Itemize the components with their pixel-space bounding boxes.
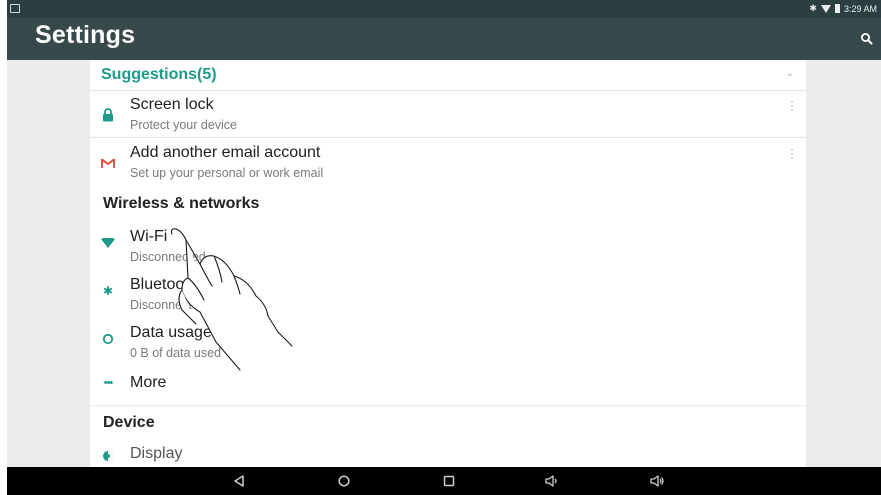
gmail-icon (100, 155, 116, 171)
setting-subtitle: Disconnected (130, 250, 206, 264)
back-button[interactable] (231, 473, 247, 489)
status-icons: ✱ 3:29 AM (809, 3, 877, 14)
suggestions-header[interactable]: Suggestions(5) (101, 66, 217, 84)
home-button[interactable] (336, 473, 352, 489)
section-title: Device (103, 414, 155, 431)
back-icon (234, 475, 244, 487)
suggestion-title: Screen lock (130, 96, 214, 113)
overflow-menu-icon[interactable]: · · · (790, 95, 794, 115)
suggestion-title: Add another email account (130, 144, 321, 161)
setting-title: Wi-Fi (130, 228, 168, 245)
setting-title: Bluetooth (130, 276, 198, 293)
app-bar: Settings (7, 18, 881, 60)
setting-title: Display (130, 445, 183, 462)
search-button[interactable] (859, 31, 875, 47)
recents-icon (443, 475, 455, 487)
status-bar: ✱ 3:29 AM (7, 0, 881, 18)
gallery-notification-icon (10, 4, 20, 13)
setting-subtitle: 0 B of data used (130, 346, 222, 360)
data-usage-icon (100, 331, 116, 347)
volume-down-button[interactable] (544, 473, 560, 489)
screen: ✱ 3:29 AM Settings Suggestions(5) ⌄ Scre… (0, 0, 881, 495)
search-icon (861, 33, 873, 45)
lock-icon (100, 107, 116, 123)
setting-bluetooth[interactable]: ✱ Bluetooth Disconnected (90, 275, 806, 317)
recents-button[interactable] (441, 473, 457, 489)
page-title: Settings (35, 21, 136, 49)
setting-wifi[interactable]: Wi-Fi Disconnected (90, 227, 806, 269)
volume-down-icon (545, 475, 557, 487)
suggestion-screen-lock[interactable]: Screen lock Protect your device · · · (90, 91, 806, 137)
home-icon (338, 475, 350, 487)
suggestion-subtitle: Set up your personal or work email (130, 166, 324, 180)
display-icon (100, 448, 116, 464)
navigation-bar (7, 467, 881, 495)
volume-up-icon (650, 475, 664, 487)
wifi-icon (100, 235, 116, 251)
clock: 3:29 AM (843, 3, 877, 14)
wifi-status-icon (820, 4, 831, 13)
more-icon: ••• (103, 377, 114, 389)
suggestions-card: Suggestions(5) ⌄ Screen lock Protect you… (90, 60, 806, 188)
suggestion-add-email[interactable]: Add another email account Set up your pe… (90, 138, 806, 186)
device-card: Device Display (90, 406, 806, 467)
battery-icon (834, 4, 840, 13)
chevron-down-icon[interactable]: ⌄ (786, 68, 794, 79)
setting-display[interactable]: Display (90, 442, 806, 467)
overflow-menu-icon[interactable]: · · · (790, 143, 794, 163)
bluetooth-icon: ✱ (102, 284, 114, 298)
volume-up-button[interactable] (649, 473, 665, 489)
setting-title: More (130, 374, 167, 391)
suggestion-subtitle: Protect your device (130, 118, 237, 132)
setting-data-usage[interactable]: Data usage 0 B of data used (90, 323, 806, 365)
settings-list[interactable]: Suggestions(5) ⌄ Screen lock Protect you… (7, 60, 881, 467)
setting-subtitle: Disconnected (130, 298, 206, 312)
bluetooth-status-icon: ✱ (809, 3, 817, 13)
wireless-networks-card: Wireless & networks Wi-Fi Disconnected ✱… (90, 187, 806, 405)
section-title: Wireless & networks (103, 195, 260, 212)
setting-title: Data usage (130, 324, 212, 341)
setting-more[interactable]: ••• More (90, 371, 806, 403)
